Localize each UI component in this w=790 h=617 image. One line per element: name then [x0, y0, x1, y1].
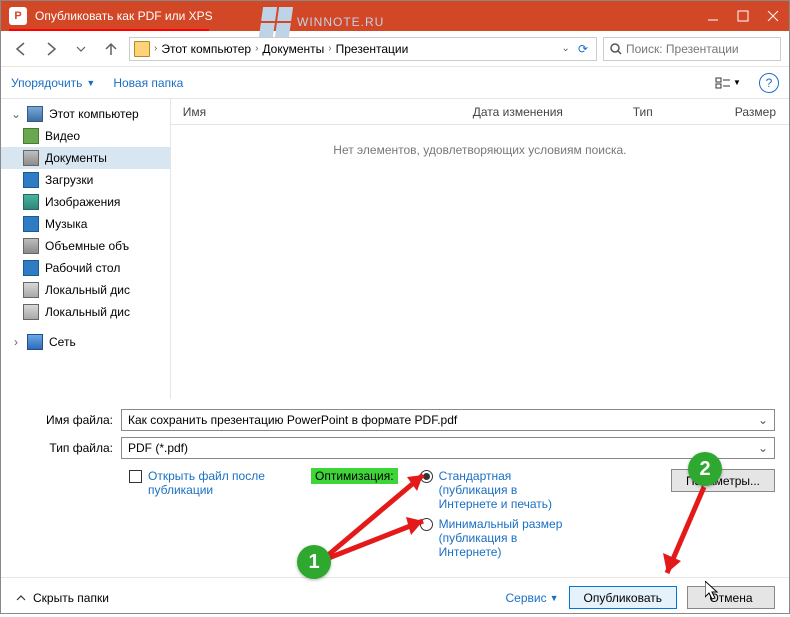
back-button[interactable] — [9, 37, 33, 61]
sidebar-item-disk-c[interactable]: Локальный дис — [1, 279, 170, 301]
cursor-icon — [705, 581, 721, 601]
open-after-checkbox[interactable] — [129, 470, 142, 483]
annotation-2: 2 — [688, 452, 722, 486]
filename-input[interactable]: Как сохранить презентацию PowerPoint в ф… — [121, 409, 775, 431]
search-placeholder: Поиск: Презентации — [626, 42, 739, 56]
sidebar-item-images[interactable]: Изображения — [1, 191, 170, 213]
sidebar-item-desktop[interactable]: Рабочий стол — [1, 257, 170, 279]
filename-label: Имя файла: — [15, 413, 121, 427]
chevron-right-icon[interactable]: › — [326, 43, 333, 54]
navbar: › Этот компьютер › Документы › Презентац… — [1, 31, 789, 67]
breadcrumb-part[interactable]: Презентации — [336, 42, 409, 56]
column-type[interactable]: Тип — [621, 105, 723, 119]
recent-dropdown[interactable] — [69, 37, 93, 61]
sidebar-item-disk-d[interactable]: Локальный дис — [1, 301, 170, 323]
sidebar: ⌄Этот компьютер Видео Документы Загрузки… — [1, 99, 171, 399]
app-icon: P — [9, 7, 27, 25]
sidebar-item-3dobjects[interactable]: Объемные объ — [1, 235, 170, 257]
view-mode-button[interactable]: ▼ — [715, 72, 741, 94]
filetype-label: Тип файла: — [15, 441, 121, 455]
file-list: Имя Дата изменения Тип Размер Нет элемен… — [171, 99, 789, 399]
filetype-select[interactable]: PDF (*.pdf)⌄ — [121, 437, 775, 459]
radio-standard-label: Стандартная (публикация в Интернете и пе… — [439, 469, 570, 511]
column-size[interactable]: Размер — [723, 105, 789, 119]
refresh-button[interactable]: ⟳ — [574, 42, 592, 56]
chevron-down-icon[interactable]: ⌄ — [560, 43, 572, 54]
breadcrumb-part[interactable]: Этот компьютер — [161, 42, 251, 56]
breadcrumb-part[interactable]: Документы — [262, 42, 324, 56]
sidebar-item-pc[interactable]: ⌄Этот компьютер — [1, 103, 170, 125]
organize-menu[interactable]: Упорядочить ▼ — [11, 76, 95, 90]
up-button[interactable] — [99, 37, 123, 61]
search-input[interactable]: Поиск: Презентации — [603, 37, 781, 61]
annotation-underline — [9, 29, 209, 31]
help-button[interactable]: ? — [759, 73, 779, 93]
open-after-label: Открыть файл после публикации — [148, 469, 289, 497]
radio-minimal-label: Минимальный размер (публикация в Интерне… — [439, 517, 570, 559]
window-title: Опубликовать как PDF или XPS — [35, 9, 705, 23]
breadcrumb[interactable]: › Этот компьютер › Документы › Презентац… — [129, 37, 597, 61]
sidebar-item-downloads[interactable]: Загрузки — [1, 169, 170, 191]
column-date[interactable]: Дата изменения — [461, 105, 621, 119]
minimize-button[interactable] — [705, 8, 721, 24]
chevron-right-icon[interactable]: › — [152, 43, 159, 54]
sidebar-item-video[interactable]: Видео — [1, 125, 170, 147]
folder-icon — [134, 41, 150, 57]
annotation-arrow-1b — [311, 509, 451, 579]
new-folder-button[interactable]: Новая папка — [113, 76, 183, 90]
annotation-1: 1 — [297, 545, 331, 579]
column-name[interactable]: Имя — [171, 105, 461, 119]
forward-button[interactable] — [39, 37, 63, 61]
chevron-right-icon[interactable]: › — [253, 43, 260, 54]
annotation-arrow-2 — [649, 481, 729, 591]
sidebar-item-network[interactable]: ›Сеть — [1, 331, 170, 353]
maximize-button[interactable] — [735, 8, 751, 24]
sidebar-item-documents[interactable]: Документы — [1, 147, 170, 169]
titlebar: P Опубликовать как PDF или XPS — [1, 1, 789, 31]
toolbar: Упорядочить ▼ Новая папка ▼ ? — [1, 67, 789, 99]
empty-message: Нет элементов, удовлетворяющих условиям … — [171, 125, 789, 175]
hide-folders-button[interactable]: Скрыть папки — [15, 591, 109, 605]
close-button[interactable] — [765, 8, 781, 24]
sidebar-item-music[interactable]: Музыка — [1, 213, 170, 235]
service-menu[interactable]: Сервис ▼ — [506, 591, 559, 605]
